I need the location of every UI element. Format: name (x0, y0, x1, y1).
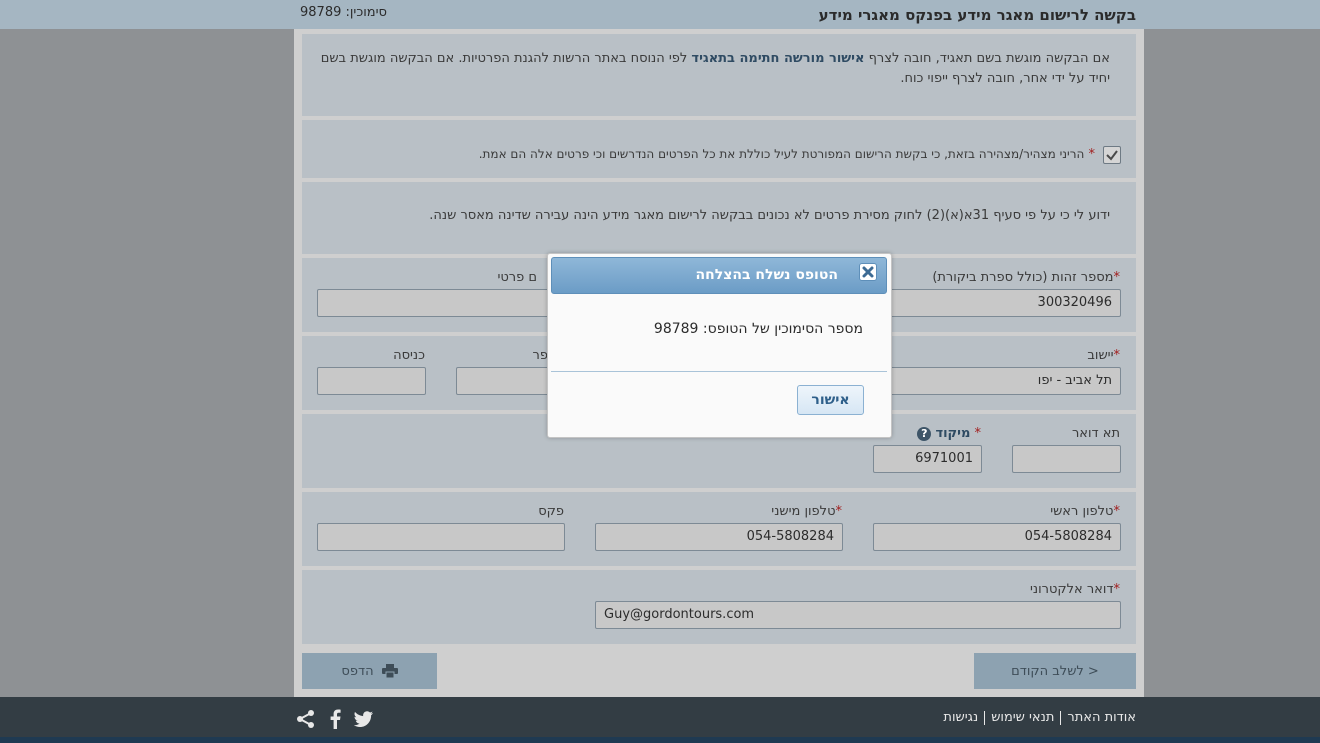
dialog-header: הטופס נשלח בהצלחה (551, 257, 887, 294)
zip-label-text: מיקוד (935, 426, 971, 441)
secondary-phone-label-text: טלפון מישני (771, 504, 836, 519)
zip-label: * מיקוד ? (917, 426, 981, 441)
city-label-text: יישוב (1087, 348, 1114, 363)
fax-input[interactable] (317, 523, 565, 551)
notice-text-part: יחיד על ידי אחר, חובה לצרף ייפוי כוח. (900, 71, 1110, 86)
checkmark-icon (1106, 150, 1118, 161)
zip-input[interactable]: 6971001 (873, 445, 982, 473)
footer-divider (1060, 710, 1062, 725)
notice-bold-link: אישור מורשה חתימה בתאגיד (691, 51, 865, 66)
secondary-phone-input[interactable]: 054-5808284 (595, 523, 843, 551)
email-input[interactable]: Guy@gordontours.com (595, 601, 1121, 629)
dialog-divider (551, 371, 887, 372)
private-name-input[interactable]: א (317, 289, 565, 317)
required-mark: * (974, 426, 982, 441)
id-number-label-text: מספר זהות (כולל ספרת ביקורת) (932, 270, 1114, 285)
required-mark: * (835, 504, 843, 519)
required-mark: * (1113, 348, 1121, 363)
fax-label: פקס (538, 504, 564, 519)
footer-bottom-line (0, 737, 1320, 743)
notice-text-part: אם הבקשה מוגשת בשם תאגיד, חובה לצרף (864, 51, 1110, 66)
dialog-message: מספר הסימוכין של הטופס: 98789 (653, 321, 863, 337)
declaration-label: הריני מצהיר/מצהירה בזאת, כי בקשת הרישום … (478, 147, 1085, 161)
id-number-input[interactable]: 300320496 (873, 289, 1121, 317)
twitter-icon[interactable] (354, 710, 374, 728)
dialog-title: הטופס נשלח בהצלחה (695, 267, 838, 283)
po-box-label: תא דואר (1071, 426, 1120, 441)
top-bar: בקשה לרישום מאגר מידע בפנקס מאגרי מידע ס… (0, 0, 1320, 29)
page-title: בקשה לרישום מאגר מידע בפנקס מאגרי מידע (818, 6, 1136, 24)
id-number-label: *מספר זהות (כולל ספרת ביקורת) (932, 270, 1120, 285)
main-phone-input[interactable]: 054-5808284 (873, 523, 1121, 551)
print-button[interactable]: הדפס (302, 653, 437, 689)
previous-step-button[interactable]: < לשלב הקודם (974, 653, 1136, 689)
success-dialog: הטופס נשלח בהצלחה מספר הסימוכין של הטופס… (547, 253, 892, 438)
footer: אודות האתר תנאי שימוש נגישות (0, 697, 1320, 743)
required-mark: * (1113, 582, 1121, 597)
social-icons (296, 709, 374, 729)
terms-link[interactable]: תנאי שימוש (991, 710, 1054, 725)
print-button-label: הדפס (341, 663, 374, 679)
required-mark: * (1113, 504, 1121, 519)
dialog-ok-button[interactable]: אישור (797, 385, 864, 415)
required-mark: * (1113, 270, 1121, 285)
entrance-input[interactable] (317, 367, 426, 395)
accessibility-link[interactable]: נגישות (943, 710, 978, 725)
email-label-text: דואר אלקטרוני (1029, 582, 1114, 597)
po-box-input[interactable] (1012, 445, 1121, 473)
dialog-close-button[interactable] (859, 263, 877, 281)
notice-text-part: לפי הנוסח באתר הרשות להגנת הפרטיות. אם ה… (320, 51, 692, 66)
secondary-phone-label: *טלפון מישני (771, 504, 842, 519)
about-link[interactable]: אודות האתר (1067, 710, 1136, 725)
facebook-icon[interactable] (328, 709, 342, 729)
email-label: *דואר אלקטרוני (1030, 582, 1120, 597)
declaration-text: * הריני מצהיר/מצהירה בזאת, כי בקשת הרישו… (479, 147, 1095, 162)
declaration-checkbox[interactable] (1103, 146, 1121, 164)
help-icon[interactable]: ? (917, 426, 932, 441)
city-select[interactable]: תל אביב - יפו (873, 367, 1121, 395)
main-phone-label-text: טלפון ראשי (1050, 504, 1114, 519)
close-icon (862, 266, 874, 278)
printer-icon (381, 664, 398, 678)
house-number-label: פר (532, 348, 548, 363)
required-mark: * (1088, 147, 1096, 162)
share-icon[interactable] (296, 709, 316, 729)
private-name-label: ם פרטי (497, 270, 537, 285)
city-label: *יישוב (1087, 348, 1120, 363)
warning-text: ידוע לי כי על פי סעיף 31א(א)(2) לחוק מסי… (429, 208, 1110, 223)
footer-links: אודות האתר תנאי שימוש נגישות (943, 710, 1136, 725)
main-phone-label: *טלפון ראשי (1050, 504, 1120, 519)
entrance-label: כניסה (393, 348, 425, 363)
notice-text: אם הבקשה מוגשת בשם תאגיד, חובה לצרף אישו… (310, 49, 1110, 89)
footer-divider (984, 710, 986, 725)
reference-number: סימוכין: 98789 (300, 5, 387, 20)
